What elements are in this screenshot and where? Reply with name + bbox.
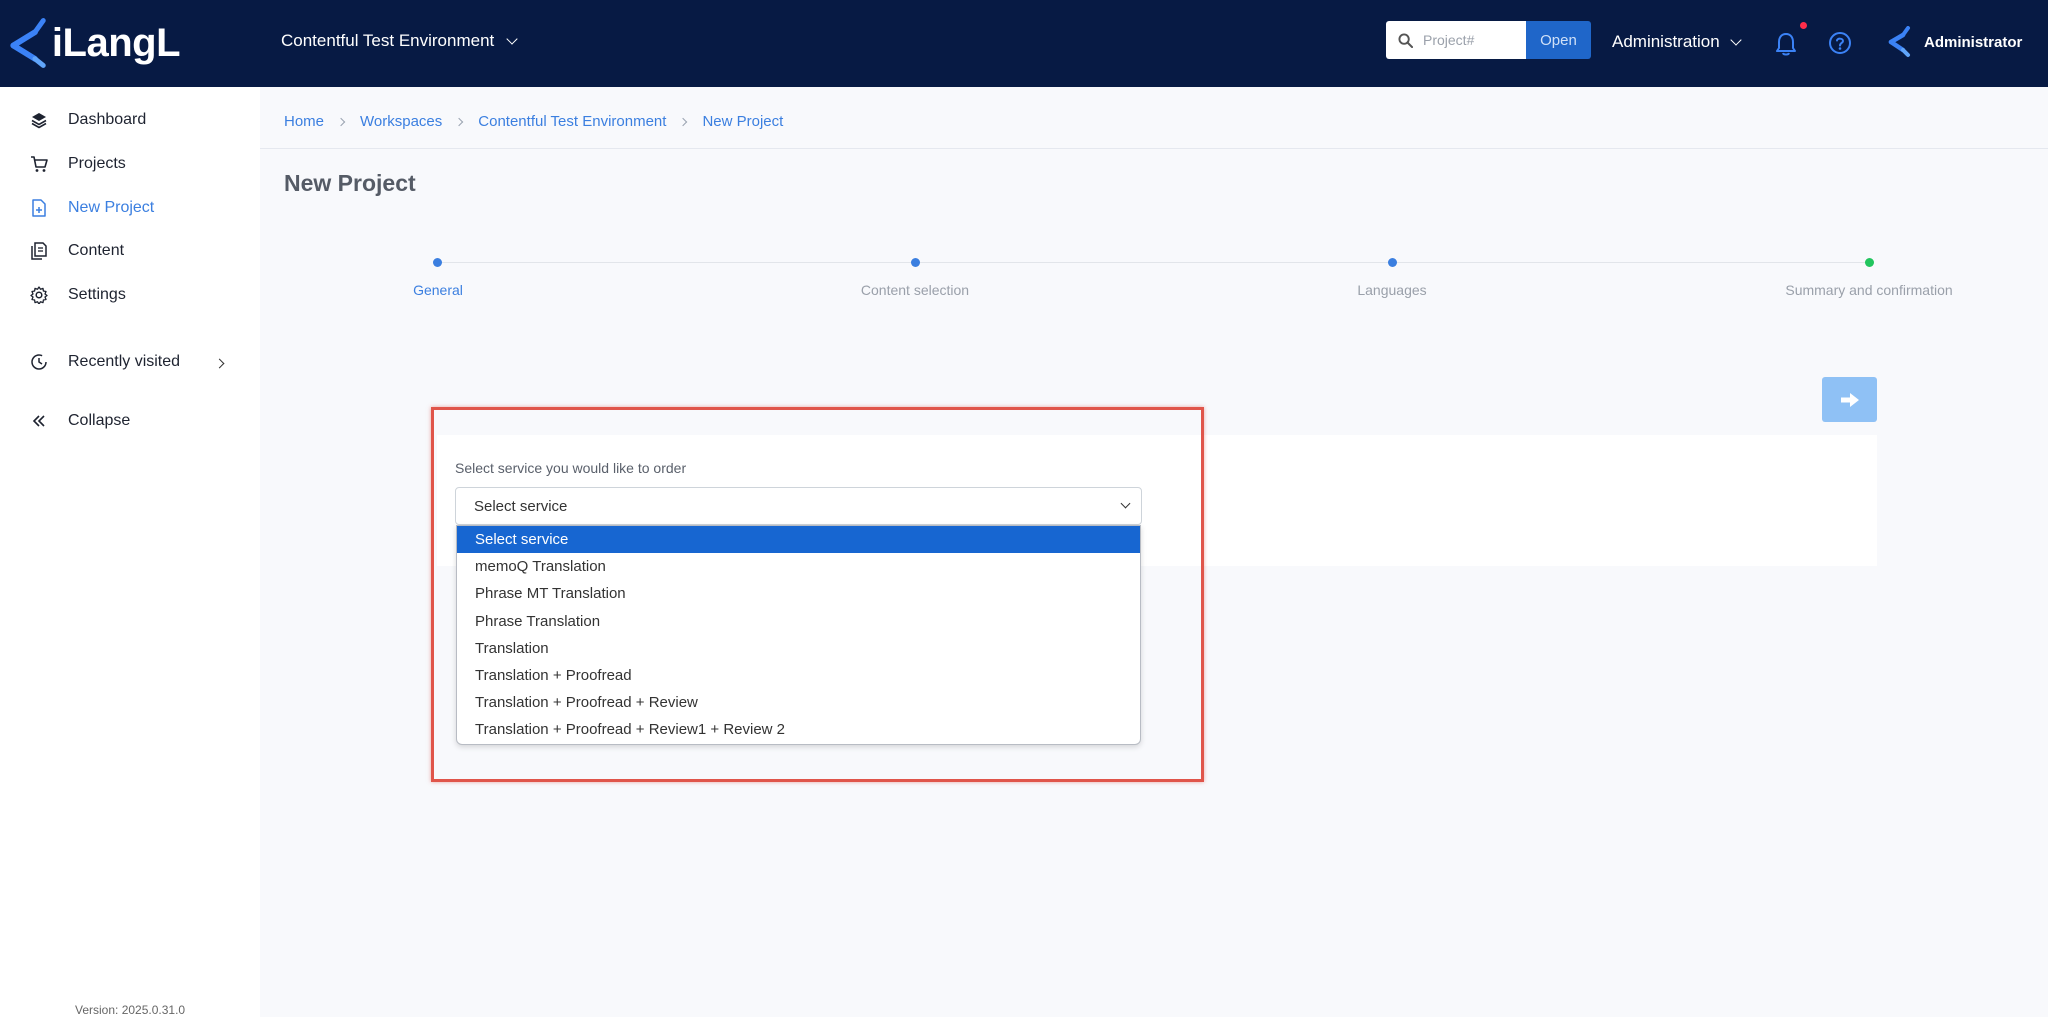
step-dot-summary — [1865, 258, 1874, 267]
logo-text: iLangL — [51, 20, 181, 65]
service-option[interactable]: Phrase MT Translation — [457, 580, 1140, 607]
service-option[interactable]: Translation + Proofread + Review1 + Revi… — [457, 716, 1140, 743]
arrow-right-icon — [1840, 392, 1859, 407]
step-dot-general — [433, 258, 442, 267]
sidebar-item-label: Content — [68, 242, 125, 259]
breadcrumb-current[interactable]: New Project — [702, 113, 783, 130]
service-select[interactable]: Select service — [455, 487, 1142, 525]
sidebar-item-label: Recently visited — [68, 353, 181, 370]
breadcrumb-workspace[interactable]: Contentful Test Environment — [478, 113, 666, 130]
search-icon — [1398, 32, 1413, 48]
sidebar-item-label: Projects — [68, 155, 126, 172]
page-title: New Project — [284, 170, 416, 196]
logo-mark-icon — [10, 18, 46, 68]
chevron-right-icon — [679, 117, 688, 126]
workspace-name: Contentful Test Environment — [281, 31, 495, 50]
service-option[interactable]: Phrase Translation — [457, 608, 1140, 635]
file-plus-icon — [32, 199, 46, 217]
next-step-button[interactable] — [1822, 377, 1877, 422]
gear-icon — [30, 286, 48, 304]
header-divider — [260, 148, 2048, 149]
service-dropdown-list: Select service memoQ Translation Phrase … — [456, 525, 1141, 745]
breadcrumb: Home Workspaces Contentful Test Environm… — [284, 113, 783, 130]
sidebar-item-label: Settings — [68, 286, 126, 303]
open-project-button[interactable]: Open — [1526, 21, 1591, 59]
top-bar: iLangL Contentful Test Environment Open … — [0, 0, 2048, 87]
cart-icon — [31, 156, 48, 172]
service-select-value: Select service — [474, 497, 568, 515]
breadcrumb-workspaces[interactable]: Workspaces — [360, 113, 442, 130]
sidebar-item-recently-visited[interactable]: Recently visited — [30, 353, 180, 371]
administration-menu[interactable]: Administration — [1612, 32, 1742, 52]
workspace-selector[interactable]: Contentful Test Environment — [281, 31, 518, 51]
service-option[interactable]: Translation + Proofread — [457, 662, 1140, 689]
chevron-right-icon — [455, 117, 464, 126]
sidebar-item-new-project[interactable]: New Project — [30, 199, 154, 217]
step-general[interactable]: General — [413, 282, 463, 298]
project-search-input[interactable] — [1423, 32, 1519, 48]
sidebar-item-label: Collapse — [68, 412, 131, 429]
history-icon — [31, 354, 47, 370]
logo[interactable]: iLangL — [10, 12, 181, 74]
step-languages[interactable]: Languages — [1357, 282, 1426, 298]
documents-icon — [31, 242, 47, 260]
service-option[interactable]: Select service — [457, 526, 1140, 554]
chevron-down-icon — [1120, 498, 1131, 509]
notification-badge — [1800, 22, 1807, 29]
version-text: Version: 2025.0.31.0 — [75, 1003, 186, 1017]
user-name: Administrator — [1924, 33, 2023, 51]
stepper-track — [437, 262, 1869, 263]
help-icon[interactable] — [1828, 31, 1852, 55]
sidebar: Dashboard Projects New Project Content S… — [0, 87, 260, 1017]
step-content-selection[interactable]: Content selection — [861, 282, 969, 298]
administration-label: Administration — [1612, 32, 1720, 51]
sidebar-item-label: Dashboard — [68, 111, 147, 128]
chevron-right-icon — [336, 117, 346, 126]
step-dot-content-selection — [911, 258, 920, 267]
step-dot-languages — [1388, 258, 1397, 267]
chevron-down-icon — [506, 32, 518, 45]
chevron-right-icon[interactable] — [214, 358, 225, 369]
sidebar-item-label: New Project — [68, 199, 155, 216]
user-avatar-icon — [1888, 26, 1910, 57]
sidebar-item-projects[interactable]: Projects — [30, 155, 126, 173]
layers-icon — [31, 113, 47, 129]
chevron-down-icon — [1730, 33, 1742, 46]
search-box — [1386, 21, 1526, 59]
sidebar-item-settings[interactable]: Settings — [30, 286, 126, 304]
breadcrumb-home[interactable]: Home — [284, 113, 324, 130]
service-option[interactable]: Translation — [457, 635, 1140, 662]
service-label: Select service you would like to order — [455, 460, 687, 476]
user-menu[interactable]: Administrator — [1888, 26, 2022, 58]
sidebar-item-dashboard[interactable]: Dashboard — [30, 111, 146, 129]
sidebar-collapse[interactable]: Collapse — [30, 412, 130, 430]
project-search: Open — [1386, 21, 1591, 59]
service-option[interactable]: Translation + Proofread + Review — [457, 689, 1140, 716]
service-option[interactable]: memoQ Translation — [457, 553, 1140, 580]
step-summary[interactable]: Summary and confirmation — [1785, 282, 1952, 298]
sidebar-item-content[interactable]: Content — [30, 242, 124, 260]
notification-bell-icon[interactable] — [1774, 31, 1798, 57]
double-chevron-left-icon — [32, 415, 45, 427]
